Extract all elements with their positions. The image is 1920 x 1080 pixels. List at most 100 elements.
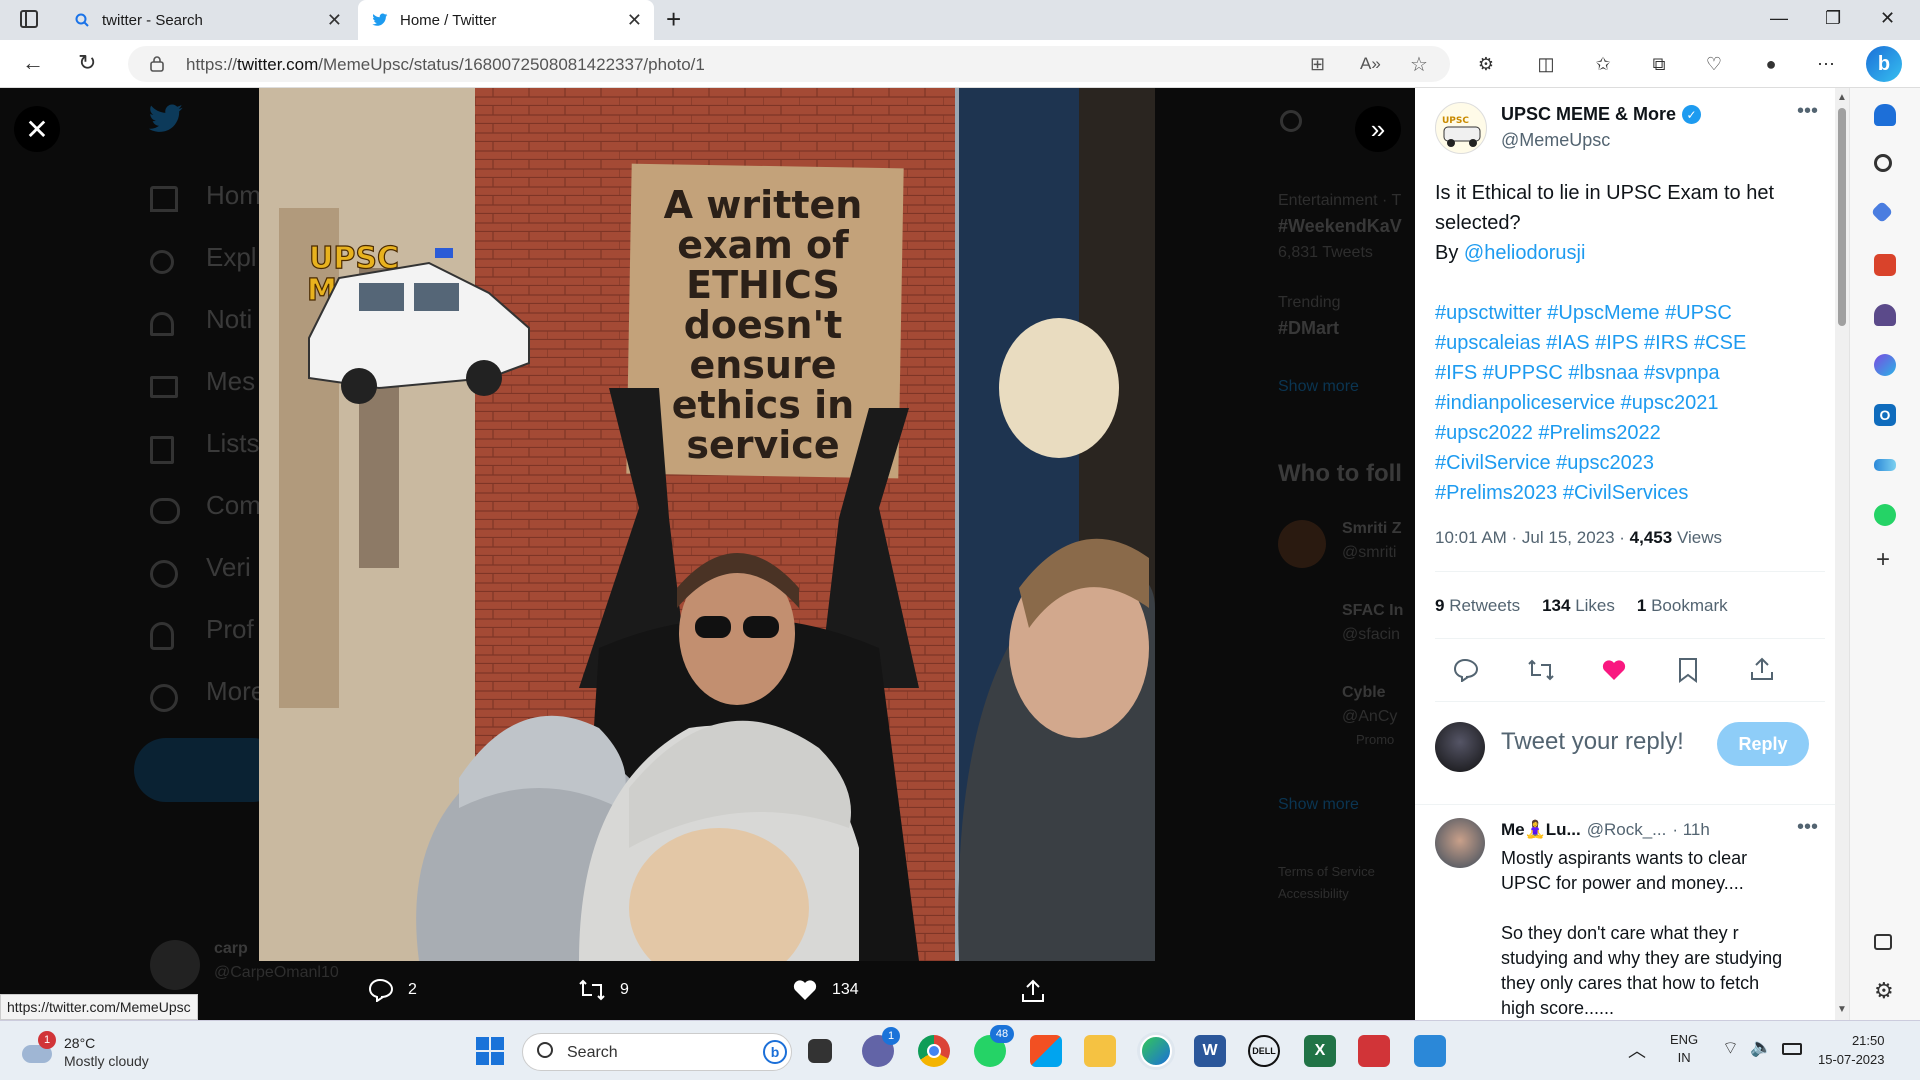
games-icon[interactable]: [1874, 304, 1896, 326]
show-hidden-icons[interactable]: ︿: [1628, 1037, 1646, 1063]
volume-icon[interactable]: 🔈: [1750, 1037, 1772, 1058]
microsoft-store-icon[interactable]: [1030, 1035, 1062, 1067]
share-action[interactable]: [1020, 978, 1060, 1004]
share-icon[interactable]: [1749, 656, 1775, 682]
split-screen-icon[interactable]: ◫: [1535, 53, 1557, 75]
tab-actions-icon[interactable]: [20, 10, 38, 28]
author-avatar[interactable]: UPSC: [1435, 102, 1487, 154]
tweet-photo[interactable]: A written exam of ETHICS doesn't ensure …: [259, 88, 1155, 961]
remote-desktop-icon[interactable]: [1414, 1035, 1446, 1067]
bg-nav-communities: Com: [206, 490, 261, 520]
file-explorer-icon[interactable]: [1084, 1035, 1116, 1067]
minimize-icon[interactable]: —: [1770, 8, 1788, 29]
maximize-icon[interactable]: ❐: [1825, 8, 1841, 29]
search-icon: [537, 1042, 553, 1058]
author-handle[interactable]: @MemeUpsc: [1501, 130, 1610, 151]
reply-author-handle[interactable]: @Rock_...: [1587, 820, 1667, 840]
collapse-panel-button[interactable]: »: [1355, 106, 1401, 152]
favorites-icon[interactable]: ✩: [1592, 53, 1614, 75]
browser-essentials-icon[interactable]: ♡: [1703, 53, 1725, 75]
excel-icon[interactable]: X: [1304, 1035, 1336, 1067]
search-icon[interactable]: [1874, 154, 1892, 172]
author-name[interactable]: UPSC MEME & More ✓: [1501, 104, 1702, 125]
url-field[interactable]: https://twitter.com/MemeUpsc/status/1680…: [128, 46, 1450, 82]
favorite-star-icon[interactable]: ☆: [1410, 52, 1428, 77]
hashtag-line[interactable]: #CivilService #upsc2023: [1435, 448, 1825, 478]
dell-icon[interactable]: DELL: [1248, 1035, 1280, 1067]
wifi-icon[interactable]: ⌔: [1722, 1037, 1739, 1060]
liked-heart-icon[interactable]: [1601, 658, 1627, 682]
reply-button[interactable]: Reply: [1717, 722, 1809, 766]
sidebar-settings-icon[interactable]: ⚙: [1874, 978, 1894, 1004]
extensions-icon[interactable]: ⚙: [1475, 53, 1497, 75]
back-arrow-icon[interactable]: ←: [22, 50, 44, 76]
close-window-icon[interactable]: ✕: [1880, 8, 1895, 29]
new-tab-button[interactable]: +: [666, 4, 681, 35]
copilot-icon[interactable]: b: [1866, 46, 1902, 82]
retweet-icon[interactable]: [1527, 658, 1555, 682]
edge-icon[interactable]: [1140, 1035, 1172, 1067]
bg-follow2-handle: @sfacin: [1342, 626, 1401, 643]
add-sidebar-app-icon[interactable]: +: [1876, 546, 1890, 574]
language-indicator[interactable]: ENG IN: [1670, 1031, 1698, 1067]
tools-icon[interactable]: [1874, 254, 1896, 276]
retweet-count: 9: [620, 981, 629, 998]
bookmarks-stat[interactable]: 1 Bookmark: [1637, 596, 1728, 616]
tab-home-twitter[interactable]: Home / Twitter ✕: [358, 0, 654, 40]
hashtag-line[interactable]: #Prelims2023 #CivilServices: [1435, 478, 1825, 508]
scroll-down-arrow[interactable]: ▼: [1837, 1004, 1847, 1015]
collections-icon[interactable]: ⧉: [1648, 53, 1670, 75]
reply-icon[interactable]: [1453, 658, 1479, 682]
reply-input[interactable]: Tweet your reply!: [1501, 728, 1684, 756]
likes-stat[interactable]: 134 Likes: [1542, 596, 1615, 616]
weather-widget[interactable]: 1 28°C Mostly cloudy: [20, 1031, 180, 1071]
more-menu-icon[interactable]: ⋯: [1815, 53, 1837, 75]
scrollbar-thumb[interactable]: [1838, 108, 1846, 326]
reply-author-name[interactable]: Me🧘‍♀️Lu...: [1501, 820, 1581, 840]
refresh-icon[interactable]: ↻: [78, 50, 96, 76]
app-available-icon[interactable]: ⊞: [1310, 54, 1325, 75]
current-user-avatar[interactable]: [1435, 722, 1485, 772]
panel-scrollbar[interactable]: ▲ ▼: [1835, 88, 1849, 1020]
hide-sidebar-icon[interactable]: [1874, 934, 1892, 950]
shopping-tag-icon[interactable]: [1870, 200, 1894, 224]
mention-link[interactable]: @heliodorusji: [1464, 242, 1585, 264]
close-photo-button[interactable]: ✕: [14, 106, 60, 152]
close-tab-icon[interactable]: ✕: [627, 10, 642, 31]
hashtag-line[interactable]: #upsc2022 #Prelims2022: [1435, 418, 1825, 448]
hashtag-line[interactable]: #indianpoliceservice #upsc2021: [1435, 388, 1825, 418]
tab-title: Home / Twitter: [400, 11, 497, 29]
retweet-action[interactable]: 9: [578, 978, 629, 1002]
retweets-stat[interactable]: 9 Retweets: [1435, 596, 1520, 616]
battery-icon[interactable]: [1782, 1043, 1802, 1055]
word-icon[interactable]: W: [1194, 1035, 1226, 1067]
close-tab-icon[interactable]: ✕: [327, 10, 342, 31]
hashtag-line[interactable]: #upscaleias #IAS #IPS #IRS #CSE: [1435, 328, 1825, 358]
clock[interactable]: 21:50 15-07-2023: [1818, 1031, 1885, 1069]
reply-more-icon[interactable]: •••: [1797, 816, 1818, 839]
hashtag-line[interactable]: #IFS #UPPSC #lbsnaa #svpnpa: [1435, 358, 1825, 388]
drop-icon[interactable]: [1874, 459, 1896, 471]
reply-time[interactable]: · 11h: [1672, 820, 1710, 840]
read-aloud-icon[interactable]: A»: [1360, 54, 1381, 74]
hashtag-line[interactable]: #upsctwitter #UpscMeme #UPSC: [1435, 298, 1825, 328]
taskbar-search[interactable]: Search b: [522, 1033, 792, 1071]
task-view-icon[interactable]: [808, 1039, 832, 1063]
bookmark-icon[interactable]: [1677, 657, 1699, 683]
like-action[interactable]: 134: [792, 978, 859, 1002]
reply-author-avatar[interactable]: [1435, 818, 1485, 868]
scroll-up-arrow[interactable]: ▲: [1837, 92, 1847, 103]
microsoft365-icon[interactable]: [1874, 354, 1896, 376]
windows-start-icon[interactable]: [474, 1035, 506, 1067]
reply-action[interactable]: 2: [368, 978, 417, 1002]
outlook-icon[interactable]: O: [1874, 404, 1896, 426]
more-options-icon[interactable]: •••: [1797, 100, 1818, 123]
teams-chat-icon[interactable]: 1: [862, 1027, 900, 1067]
tab-twitter-search[interactable]: twitter - Search ✕: [60, 0, 354, 40]
media-player-icon[interactable]: [1358, 1035, 1390, 1067]
profile-icon[interactable]: ●: [1760, 53, 1782, 75]
notifications-bell-icon[interactable]: [1874, 104, 1896, 126]
whatsapp-icon[interactable]: 48: [974, 1025, 1014, 1067]
chrome-icon[interactable]: [918, 1035, 950, 1067]
whatsapp-icon[interactable]: [1874, 504, 1896, 526]
